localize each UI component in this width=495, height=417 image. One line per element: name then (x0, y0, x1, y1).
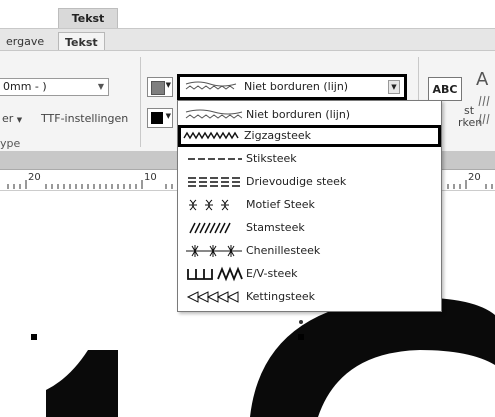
zigzag-stitch-icon (183, 131, 239, 140)
stitch-option-label: Stiksteek (246, 152, 297, 165)
stitch-option-label: Stamsteek (246, 221, 305, 234)
text-glyph-zero (250, 297, 495, 417)
straight-wavy-stitch-icon (185, 109, 243, 119)
ruler-label: 20 (28, 172, 41, 183)
stitch-option-chain[interactable]: Kettingsteek (180, 286, 439, 308)
chevron-down-icon: ▼ (16, 116, 23, 124)
chevron-down-icon[interactable]: ▼ (388, 80, 400, 94)
rotation-handle[interactable] (299, 320, 303, 324)
stitch-option-zigzag[interactable]: Zigzagsteek (178, 125, 441, 147)
text-size-value: 0mm - ) (3, 80, 47, 93)
straight-wavy-stitch-icon (185, 81, 237, 90)
stitch-option-label: Zigzagsteek (244, 129, 312, 142)
chevron-down-icon: ▼ (165, 81, 171, 89)
stitch-option-ev[interactable]: E/V-steek (180, 263, 439, 285)
stitch-option-stem[interactable]: Stamsteek (180, 217, 439, 239)
line-sew-type-dropdown: Niet borduren (lijn) Zigzagsteek Stikste… (177, 100, 442, 312)
stitch-option-running[interactable]: Stiksteek (180, 148, 439, 170)
letter-option[interactable]: er ▼ (2, 112, 22, 125)
chain-stitch-icon (186, 291, 239, 303)
stitch-option-label: E/V-steek (246, 267, 298, 280)
stitch-option-label: Chenillesteek (246, 244, 321, 257)
ribbon-group-label: ype (0, 137, 21, 150)
line-sew-type-value: Niet borduren (lijn) (244, 80, 349, 93)
letter-option-label: er (2, 112, 14, 125)
stitch-option-motif[interactable]: Motief Steek (180, 194, 439, 216)
stitch-option-label: Niet borduren (lijn) (246, 108, 351, 121)
selection-handle[interactable] (31, 334, 37, 340)
stitch-pattern-icon[interactable] (478, 95, 492, 107)
ev-stitch-icon (187, 266, 243, 282)
text-size-combo[interactable]: 0mm - ) ▼ (0, 78, 109, 96)
stitch-option-no-sew[interactable]: Niet borduren (lijn) (180, 104, 439, 126)
motif-stitch-icon (189, 199, 229, 211)
group-separator (140, 57, 141, 147)
line-color-button[interactable]: ▼ (147, 77, 173, 97)
ruler-label: 20 (468, 172, 481, 183)
selection-handle[interactable] (298, 334, 304, 340)
chevron-down-icon: ▼ (165, 112, 171, 120)
stitch-option-chenille[interactable]: Chenillesteek (180, 240, 439, 262)
chevron-down-icon: ▼ (97, 82, 104, 91)
stitch-option-label: Motief Steek (246, 198, 315, 211)
stem-stitch-icon (189, 222, 231, 234)
contextual-tab-header: Tekst (58, 8, 118, 29)
triple-stitch-icon (188, 177, 242, 187)
region-color-swatch (151, 112, 163, 124)
region-color-button[interactable]: ▼ (147, 108, 173, 128)
stitch-option-label: Drievoudige steek (246, 175, 347, 188)
line-sew-type-combo[interactable]: Niet borduren (lijn) ▼ (177, 74, 407, 100)
stitch-pattern-icon[interactable] (478, 113, 492, 125)
stitch-option-triple[interactable]: Drievoudige steek (180, 171, 439, 193)
ruler-label: 10 (144, 172, 157, 183)
ttf-settings-button[interactable]: TTF-instellingen (41, 112, 128, 125)
running-stitch-icon (188, 158, 242, 160)
chenille-stitch-icon (186, 245, 242, 257)
stitch-option-label: Kettingsteek (246, 290, 316, 303)
font-a-icon[interactable]: A (476, 69, 488, 90)
tab-weergave[interactable]: ergave (0, 32, 50, 52)
abc-button[interactable]: ABC (428, 77, 462, 101)
ribbon-tab-strip: ergave Tekst (0, 28, 495, 53)
line-color-swatch (151, 81, 165, 95)
text-glyph-one (46, 350, 118, 417)
